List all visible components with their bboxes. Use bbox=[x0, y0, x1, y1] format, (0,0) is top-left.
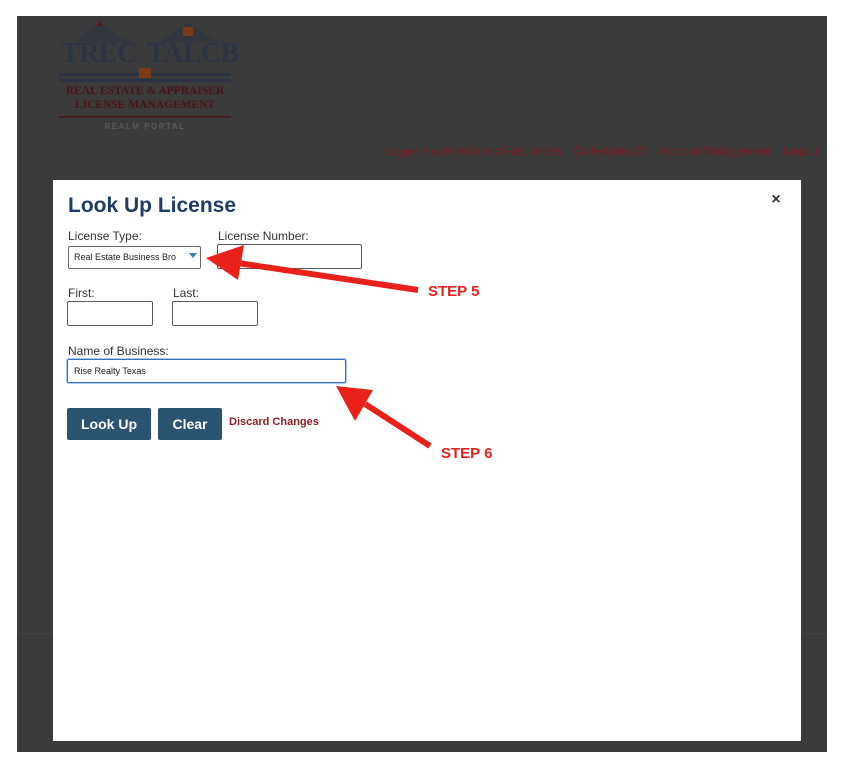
annotation-layer bbox=[206, 245, 432, 449]
step-5-label: STEP 5 bbox=[428, 283, 480, 300]
step-6-label: STEP 6 bbox=[441, 445, 493, 462]
arrow-icon bbox=[206, 245, 419, 293]
arrow-icon bbox=[336, 386, 432, 449]
